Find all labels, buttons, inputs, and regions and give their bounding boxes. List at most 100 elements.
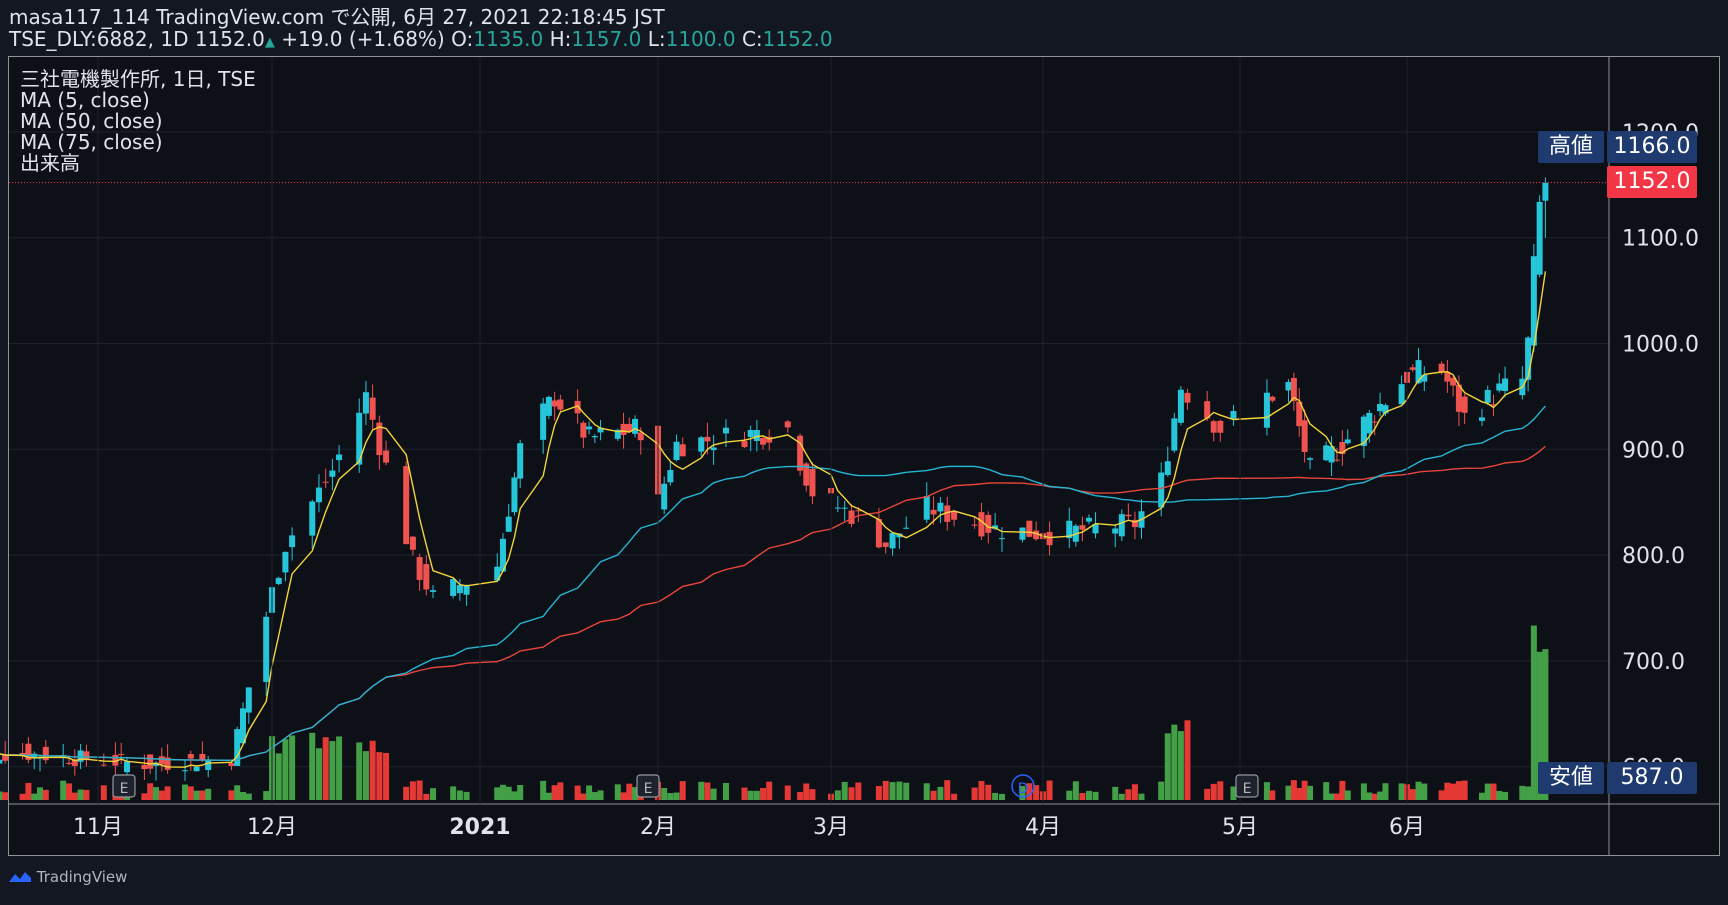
volume-bar — [1519, 785, 1526, 800]
volume-bar — [903, 782, 910, 800]
volume-bar — [557, 782, 564, 800]
candle-body — [704, 436, 711, 442]
candle-body — [322, 481, 329, 483]
volume-bar — [661, 787, 668, 800]
ma5-line — [0, 271, 1547, 768]
volume-bar — [275, 753, 282, 800]
event-marker-label: E — [120, 781, 129, 797]
volume-bar — [1398, 783, 1405, 800]
candle-body — [710, 447, 717, 451]
volume-bar — [1112, 786, 1119, 800]
volume-bar — [1307, 785, 1314, 800]
candle-body — [667, 470, 674, 483]
candle-body — [998, 538, 1005, 540]
volume-bar — [463, 791, 470, 800]
volume-bar — [153, 787, 159, 800]
volume-bar — [336, 736, 343, 800]
candle-body — [632, 418, 639, 434]
volume-bar — [1118, 793, 1125, 800]
volume-bar — [31, 793, 38, 800]
candle-body — [403, 466, 410, 545]
volume-bar — [403, 786, 410, 800]
volume-bar — [1263, 782, 1270, 800]
candle-body — [275, 577, 282, 584]
volume-bar — [1496, 790, 1503, 800]
x-tick-label: 5月 — [1222, 815, 1258, 840]
volume-bar — [450, 786, 457, 800]
volume-bar — [25, 782, 32, 800]
volume-bar — [362, 751, 369, 800]
volume-bar — [234, 785, 241, 800]
candle-body — [263, 616, 270, 682]
volume-bar — [1455, 781, 1462, 800]
volume-bar — [992, 792, 999, 800]
legend-ma75[interactable]: MA (75, close) — [20, 132, 256, 153]
volume-bar — [315, 748, 322, 800]
legend-ma50[interactable]: MA (50, close) — [20, 111, 256, 132]
volume-bar — [951, 793, 958, 800]
volume-bar — [766, 781, 773, 800]
candle-body — [228, 763, 235, 766]
candle-body — [1085, 517, 1092, 522]
volume-bar — [809, 789, 816, 800]
volume-bar — [1131, 784, 1138, 800]
volume-bar — [1171, 724, 1178, 800]
volume-bar — [383, 752, 390, 800]
volume-bar — [430, 788, 437, 800]
candle-body — [409, 536, 416, 550]
volume-bar — [205, 788, 212, 800]
volume-bar — [456, 790, 463, 800]
volume-bar — [698, 781, 705, 800]
volume-bar — [182, 784, 188, 800]
volume-bar — [1490, 783, 1497, 800]
candle-body — [930, 509, 937, 515]
candle-body — [985, 514, 992, 533]
candle-body — [1125, 514, 1132, 517]
volume-bar — [1333, 793, 1340, 800]
candle-body — [1377, 403, 1384, 412]
x-tick-label: 3月 — [813, 815, 849, 840]
candle-body — [760, 437, 767, 445]
volume-bar — [591, 792, 598, 800]
volume-bar — [586, 785, 593, 800]
volume-bar — [60, 780, 67, 800]
candle-body — [1344, 439, 1351, 444]
volume-bar — [875, 785, 882, 800]
candle-body — [1484, 389, 1491, 403]
candle-body — [66, 762, 72, 764]
volume-bar — [240, 792, 246, 800]
volume-bar — [423, 793, 430, 800]
volume-bar — [923, 783, 930, 800]
candle-body — [1496, 383, 1503, 391]
candle-body — [205, 760, 212, 770]
candle-body — [741, 440, 748, 448]
candle-body — [971, 524, 978, 526]
candle-body — [1118, 514, 1125, 537]
volume-bar — [1421, 783, 1428, 800]
volume-bar — [199, 790, 206, 800]
legend-ma5[interactable]: MA (5, close) — [20, 90, 256, 111]
volume-bar — [147, 783, 154, 800]
event-marker-label: E — [644, 781, 653, 797]
y-tick-label: 1000.0 — [1622, 333, 1699, 358]
candle-body — [1230, 411, 1237, 419]
y-tick-label: 1100.0 — [1622, 227, 1699, 252]
candle-body — [42, 746, 49, 761]
volume-bar — [882, 780, 889, 800]
footer-brand: TradingView — [36, 868, 128, 886]
price-chart[interactable]: 600.0700.0800.0900.01000.01100.01200.011… — [0, 0, 1728, 905]
volume-bar — [376, 752, 383, 800]
legend-volume[interactable]: 出来高 — [20, 153, 256, 174]
candle-body — [923, 496, 930, 520]
volume-bar — [494, 787, 501, 800]
candle-body — [450, 579, 457, 596]
volume-bar — [620, 792, 627, 800]
volume-bar — [322, 737, 329, 800]
volume-bar — [42, 789, 49, 800]
volume-bar — [540, 780, 547, 800]
high-tag-label: 高値 — [1538, 131, 1604, 163]
candle-body — [1171, 418, 1178, 451]
volume-bar — [1138, 793, 1145, 800]
candle-body — [199, 753, 206, 760]
volume-bar — [1323, 782, 1330, 800]
